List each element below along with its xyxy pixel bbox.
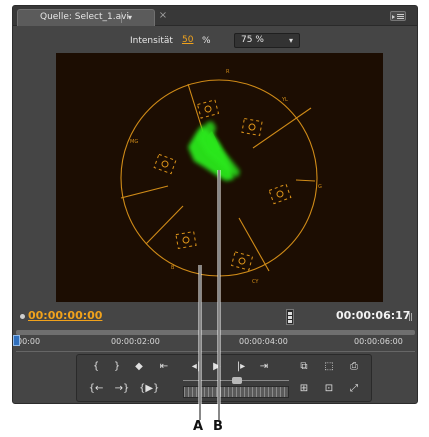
target-g-box [268, 183, 292, 205]
chevron-down-icon: ▾ [288, 36, 293, 45]
toggle-fullscreen-button[interactable]: ⤢ [345, 381, 363, 397]
insert-button[interactable]: ⧉ [295, 359, 313, 375]
target-mg-box [153, 153, 177, 175]
display-options: Intensität 50 % 75 % ▾ [13, 31, 417, 51]
play-in-to-out-button[interactable]: {← [87, 381, 105, 397]
intensity-label: Intensität [130, 36, 173, 46]
tab-divider [121, 12, 122, 23]
loop-button[interactable]: →} [113, 381, 131, 397]
callout-label-b: B [213, 419, 223, 434]
output-button[interactable]: ⊡ [320, 381, 338, 397]
graticule-axis [295, 179, 316, 182]
shuttle-knob[interactable] [232, 377, 242, 384]
tab-bar: Quelle: Select_1.avi ▾ × [13, 6, 417, 26]
target-label-g: G [318, 184, 322, 190]
graticule-axis [252, 107, 312, 149]
mark-out-button[interactable]: } [108, 359, 126, 375]
vectorscope-trace [188, 121, 240, 181]
intensity-value[interactable]: 50 [182, 35, 193, 45]
transport-controls: { } ◆ ⇤ ◂| ▶ |▸ ⇥ ⧉ ⬚ ⎙ {← →} {▶} ⊞ ⊡ ⤢ [76, 354, 372, 402]
ruler-ticks [16, 347, 415, 352]
target-label-cy: CY [252, 279, 259, 285]
playhead-icon[interactable] [13, 335, 20, 346]
vectorscope-display: R MG B CY G YL [56, 53, 383, 302]
graticule-axis [145, 205, 184, 245]
target-b-box [175, 230, 197, 250]
time-ruler[interactable]: 00:00 00:00:02:00 00:00:04:00 00:00:06:0… [13, 330, 417, 352]
play-around-button[interactable]: {▶} [139, 381, 159, 397]
zoom-scroll-bar[interactable] [16, 330, 415, 335]
tab-title: Quelle: Select_1.avi [40, 12, 129, 22]
vectorscope-svg: R MG B CY G YL [120, 69, 322, 285]
target-label-r: R [226, 69, 230, 75]
graticule-circle [120, 79, 318, 277]
graticule-axis [120, 185, 169, 199]
mark-in-button[interactable]: { [87, 359, 105, 375]
ruler-label: 00:00:02:00 [111, 337, 160, 346]
target-label-yl: YL [281, 97, 288, 103]
current-timecode[interactable]: 00:00:00:00 [28, 309, 102, 322]
ruler-label: 00:00:04:00 [239, 337, 288, 346]
duration-timecode: 00:00:06:17 [336, 309, 411, 322]
set-marker-button[interactable]: ◆ [130, 359, 148, 375]
zoom-value: 75 % [241, 35, 264, 45]
step-back-button[interactable]: ◂| [187, 359, 205, 375]
graticule-axis [187, 83, 204, 133]
go-to-out-button[interactable]: ⇥ [255, 359, 273, 375]
chevron-down-icon[interactable]: ▾ [128, 10, 132, 25]
tab-source[interactable]: Quelle: Select_1.avi ▾ [17, 9, 155, 26]
play-button[interactable]: ▶ [208, 359, 226, 375]
zoom-select[interactable]: 75 % ▾ [234, 33, 300, 48]
ruler-label: 00:00:06:00 [354, 337, 403, 346]
target-r-box [196, 99, 220, 119]
target-cy-box [230, 251, 254, 271]
bullet-icon [20, 314, 25, 319]
jog-disk[interactable] [183, 386, 289, 398]
source-monitor-panel: Quelle: Select_1.avi ▾ × Intensität 50 %… [12, 5, 418, 404]
shuttle-slider[interactable] [183, 376, 289, 384]
export-frame-button[interactable]: ⎙ [345, 359, 363, 375]
step-forward-button[interactable]: |▸ [232, 359, 250, 375]
ruler-label: 00:00 [17, 337, 41, 346]
target-yl-box [241, 117, 263, 137]
safe-margins-button[interactable]: ⊞ [295, 381, 313, 397]
panel-menu-icon[interactable] [390, 11, 406, 21]
target-label-mg: MG [130, 139, 138, 145]
end-marker-icon [409, 313, 412, 321]
drop-frame-icon[interactable] [286, 309, 294, 325]
close-icon[interactable]: × [157, 10, 169, 22]
overlay-button[interactable]: ⬚ [320, 359, 338, 375]
go-to-in-button[interactable]: ⇤ [155, 359, 173, 375]
callout-label-a: A [193, 419, 204, 434]
intensity-unit: % [202, 36, 211, 46]
target-label-b: B [171, 265, 175, 271]
timecode-bar: 00:00:00:00 00:00:06:17 [13, 306, 417, 328]
